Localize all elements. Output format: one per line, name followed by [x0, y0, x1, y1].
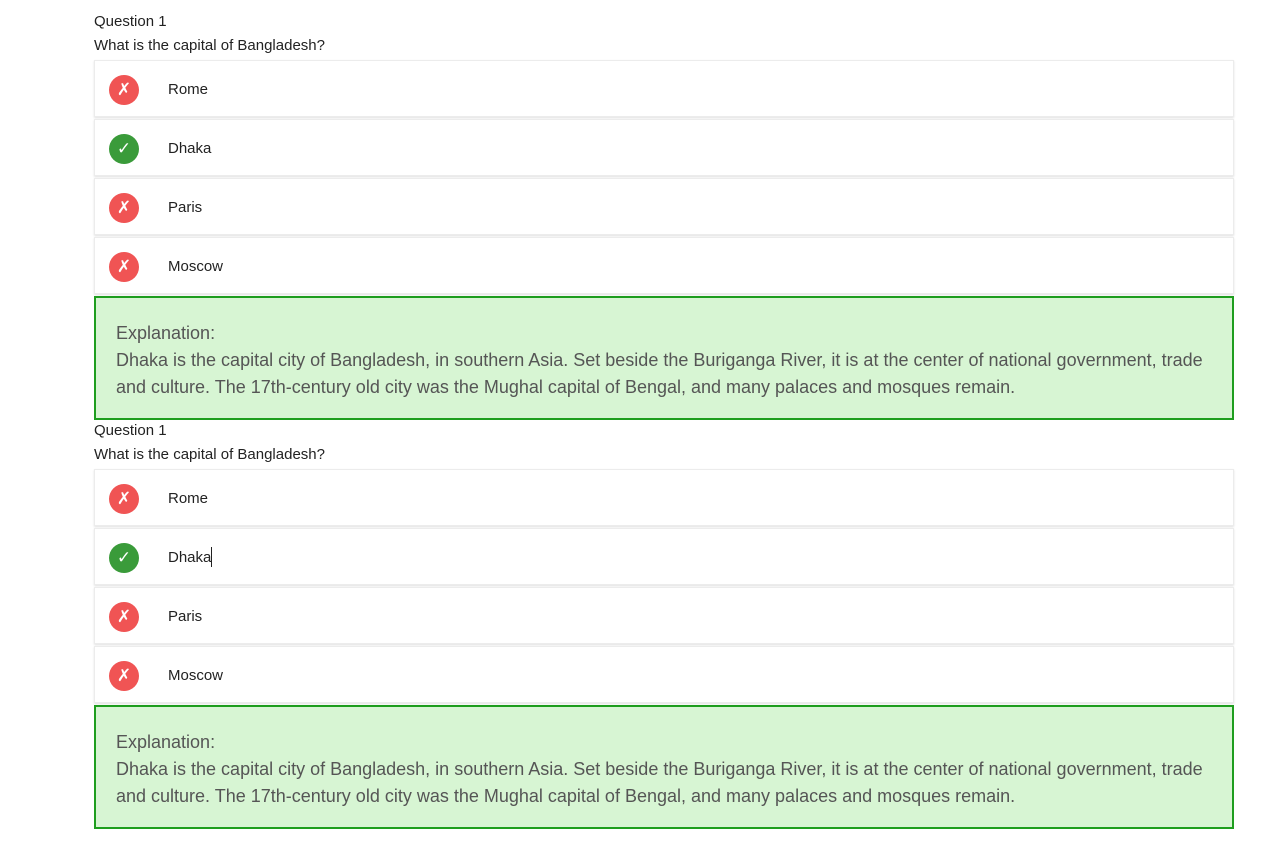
- question-number: Question 1: [94, 13, 167, 30]
- x-mark-icon: ✗: [109, 602, 139, 632]
- question-header: Question 1 What is the capital of Bangla…: [94, 419, 1234, 467]
- question-block: Question 1 What is the capital of Bangla…: [94, 10, 1234, 420]
- x-mark-icon: ✗: [109, 75, 139, 105]
- check-mark-icon: ✓: [109, 134, 139, 164]
- explanation-body: Dhaka is the capital city of Bangladesh,…: [116, 350, 1203, 397]
- answer-option-label: Moscow: [168, 258, 224, 275]
- text-cursor: [211, 547, 213, 568]
- answer-option-label: Dhaka: [168, 529, 213, 586]
- question-text: What is the capital of Bangladesh?: [94, 446, 325, 463]
- answer-option-label: Dhaka: [168, 140, 212, 157]
- x-mark-icon: ✗: [109, 252, 139, 282]
- question-block: Question 1 What is the capital of Bangla…: [94, 419, 1234, 829]
- answer-option-paris[interactable]: ✗ Paris: [94, 587, 1234, 644]
- question-header: Question 1 What is the capital of Bangla…: [94, 10, 1234, 58]
- x-mark-icon: ✗: [109, 193, 139, 223]
- answer-option-label: Moscow: [168, 667, 224, 684]
- x-mark-icon: ✗: [109, 661, 139, 691]
- answer-option-dhaka[interactable]: ✓ Dhaka: [94, 119, 1234, 176]
- answer-option-label: Paris: [168, 199, 203, 216]
- answer-option-label: Paris: [168, 608, 203, 625]
- answer-option-label: Rome: [168, 81, 209, 98]
- explanation-title: Explanation:: [116, 732, 216, 752]
- question-number: Question 1: [94, 422, 167, 439]
- answer-option-rome[interactable]: ✗ Rome: [94, 60, 1234, 117]
- explanation-panel: Explanation: Dhaka is the capital city o…: [94, 705, 1234, 829]
- question-text: What is the capital of Bangladesh?: [94, 37, 325, 54]
- explanation-body: Dhaka is the capital city of Bangladesh,…: [116, 759, 1203, 806]
- answer-option-paris[interactable]: ✗ Paris: [94, 178, 1234, 235]
- answer-option-dhaka[interactable]: ✓ Dhaka: [94, 528, 1234, 585]
- x-mark-icon: ✗: [109, 484, 139, 514]
- check-mark-icon: ✓: [109, 543, 139, 573]
- answer-options: ✗ Rome ✓ Dhaka ✗ Paris ✗ Moscow: [94, 60, 1234, 294]
- quiz-page: Question 1 What is the capital of Bangla…: [0, 0, 1267, 856]
- answer-option-moscow[interactable]: ✗ Moscow: [94, 646, 1234, 703]
- answer-options: ✗ Rome ✓ Dhaka ✗ Paris ✗ Moscow: [94, 469, 1234, 703]
- answer-option-rome[interactable]: ✗ Rome: [94, 469, 1234, 526]
- explanation-panel: Explanation: Dhaka is the capital city o…: [94, 296, 1234, 420]
- explanation-title: Explanation:: [116, 323, 216, 343]
- answer-option-text: Dhaka: [168, 549, 212, 566]
- answer-option-label: Rome: [168, 490, 209, 507]
- answer-option-moscow[interactable]: ✗ Moscow: [94, 237, 1234, 294]
